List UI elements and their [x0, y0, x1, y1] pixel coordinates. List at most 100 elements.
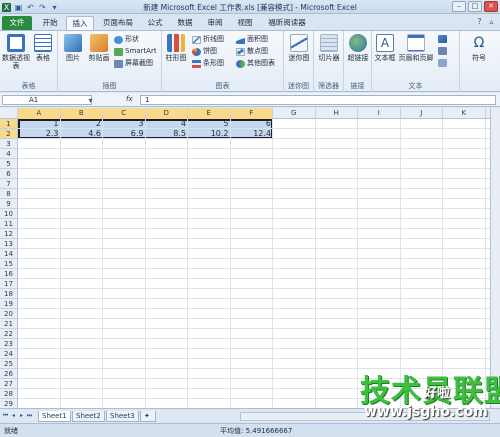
name-box[interactable]: A1	[2, 95, 92, 105]
row-header[interactable]: 14	[0, 249, 18, 259]
bar-chart-button[interactable]: 条形图	[192, 59, 224, 68]
row-header[interactable]: 25	[0, 359, 18, 369]
sparkline-button[interactable]: 迷你图	[286, 34, 312, 62]
tab-view[interactable]: 视图	[232, 16, 258, 30]
ribbon-minimize-icon[interactable]: ▵	[487, 17, 496, 26]
column-header[interactable]: D	[145, 108, 188, 119]
column-header[interactable]: H	[316, 108, 358, 119]
row-header[interactable]: 8	[0, 189, 18, 199]
shapes-button[interactable]: 形状	[114, 35, 139, 44]
cell-f2[interactable]: 12.4	[231, 129, 274, 139]
cell-e2[interactable]: 10.2	[188, 129, 231, 139]
wordart-button[interactable]	[438, 35, 447, 43]
tab-foxit[interactable]: 福昕阅读器	[262, 16, 312, 30]
column-header[interactable]: A	[18, 108, 61, 119]
tab-insert[interactable]: 插入	[66, 16, 94, 30]
area-chart-button[interactable]: 面积图	[236, 35, 268, 44]
column-header[interactable]: J	[401, 108, 443, 119]
tab-home[interactable]: 开始	[36, 16, 64, 30]
cell-c2[interactable]: 6.9	[103, 129, 146, 139]
sheet-tab-sheet2[interactable]: Sheet2	[72, 411, 105, 422]
line-chart-button[interactable]: 折线图	[192, 35, 224, 44]
cell-a2[interactable]: 2.3	[18, 129, 61, 139]
row-header[interactable]: 27	[0, 379, 18, 389]
row-header[interactable]: 9	[0, 199, 18, 209]
clipart-button[interactable]: 剪贴画	[86, 34, 112, 62]
tab-page-layout[interactable]: 页面布局	[98, 16, 138, 30]
cell-b2[interactable]: 4.6	[61, 129, 104, 139]
symbol-button[interactable]: Ω 符号	[466, 34, 492, 62]
row-header[interactable]: 10	[0, 209, 18, 219]
sheet-tab-sheet1[interactable]: Sheet1	[38, 411, 71, 422]
table-button[interactable]: 表格	[30, 34, 56, 62]
formula-input[interactable]: 1	[140, 95, 496, 105]
first-sheet-icon[interactable]: ⏮	[2, 412, 9, 420]
insert-sheet-icon[interactable]: ✦	[140, 411, 156, 422]
object-button[interactable]	[438, 59, 447, 67]
cell-b1[interactable]: 2	[61, 119, 104, 129]
row-header[interactable]: 1	[0, 119, 18, 129]
worksheet-grid[interactable]: ABCDEFGHIJK 1 2 3 4 5 6 7 8 9 10 11 12 13 14 15 16 17 18 1…	[0, 108, 500, 408]
textbox-button[interactable]: A 文本框	[374, 34, 396, 62]
column-header[interactable]: C	[103, 108, 146, 119]
row-header[interactable]: 19	[0, 299, 18, 309]
header-footer-button[interactable]: 页眉和页脚	[398, 34, 434, 62]
maximize-button[interactable]: □	[468, 1, 482, 12]
slicer-button[interactable]: 切片器	[316, 34, 342, 62]
vertical-scrollbar[interactable]	[490, 108, 500, 408]
row-header[interactable]: 11	[0, 219, 18, 229]
row-header[interactable]: 17	[0, 279, 18, 289]
row-header[interactable]: 28	[0, 389, 18, 399]
cell-e1[interactable]: 5	[188, 119, 231, 129]
row-header[interactable]: 4	[0, 149, 18, 159]
picture-button[interactable]: 图片	[61, 34, 85, 62]
last-sheet-icon[interactable]: ⏭	[26, 412, 33, 420]
cell-d1[interactable]: 4	[146, 119, 189, 129]
column-chart-button[interactable]: 柱形图	[164, 34, 188, 62]
cell-c1[interactable]: 3	[103, 119, 146, 129]
signature-button[interactable]	[438, 47, 447, 55]
row-header[interactable]: 21	[0, 319, 18, 329]
row-header[interactable]: 7	[0, 179, 18, 189]
cell-a1[interactable]: 1	[18, 119, 61, 129]
row-header[interactable]: 29	[0, 399, 18, 408]
tab-data[interactable]: 数据	[172, 16, 198, 30]
scatter-chart-button[interactable]: 散点图	[236, 47, 268, 56]
column-header[interactable]: K	[443, 108, 486, 119]
screenshot-button[interactable]: 屏幕截图	[114, 59, 153, 68]
sheet-tab-sheet3[interactable]: Sheet3	[106, 411, 139, 422]
tab-review[interactable]: 审阅	[202, 16, 228, 30]
column-header[interactable]: B	[60, 108, 103, 119]
name-box-dropdown-icon[interactable]: ▾	[86, 96, 95, 105]
cell-d2[interactable]: 8.5	[146, 129, 189, 139]
row-header[interactable]: 24	[0, 349, 18, 359]
tab-file[interactable]: 文件	[2, 16, 32, 30]
row-header[interactable]: 13	[0, 239, 18, 249]
pie-chart-button[interactable]: 饼图	[192, 47, 217, 56]
pivot-table-button[interactable]: 数据透视表	[2, 34, 30, 70]
row-header[interactable]: 12	[0, 229, 18, 239]
row-header[interactable]: 20	[0, 309, 18, 319]
row-header[interactable]: 18	[0, 289, 18, 299]
close-button[interactable]: ✕	[484, 1, 498, 12]
row-header[interactable]: 15	[0, 259, 18, 269]
row-header[interactable]: 23	[0, 339, 18, 349]
insert-function-button[interactable]: fx	[126, 95, 133, 103]
hyperlink-button[interactable]: 超链接	[346, 34, 370, 62]
tab-formulas[interactable]: 公式	[142, 16, 168, 30]
other-charts-button[interactable]: 其他图表	[236, 59, 275, 68]
column-header[interactable]: I	[358, 108, 401, 119]
next-sheet-icon[interactable]: ▸	[18, 412, 25, 420]
row-header[interactable]: 3	[0, 139, 18, 149]
row-header[interactable]: 16	[0, 269, 18, 279]
help-icon[interactable]: ?	[475, 17, 484, 26]
column-header[interactable]: G	[273, 108, 316, 119]
row-header[interactable]: 2	[0, 129, 18, 139]
row-header[interactable]: 26	[0, 369, 18, 379]
row-header[interactable]: 22	[0, 329, 18, 339]
row-header[interactable]: 6	[0, 169, 18, 179]
cell-f1[interactable]: 6	[231, 119, 274, 129]
column-header[interactable]: E	[188, 108, 231, 119]
select-all-corner[interactable]	[0, 108, 18, 119]
column-header[interactable]: F	[230, 108, 273, 119]
